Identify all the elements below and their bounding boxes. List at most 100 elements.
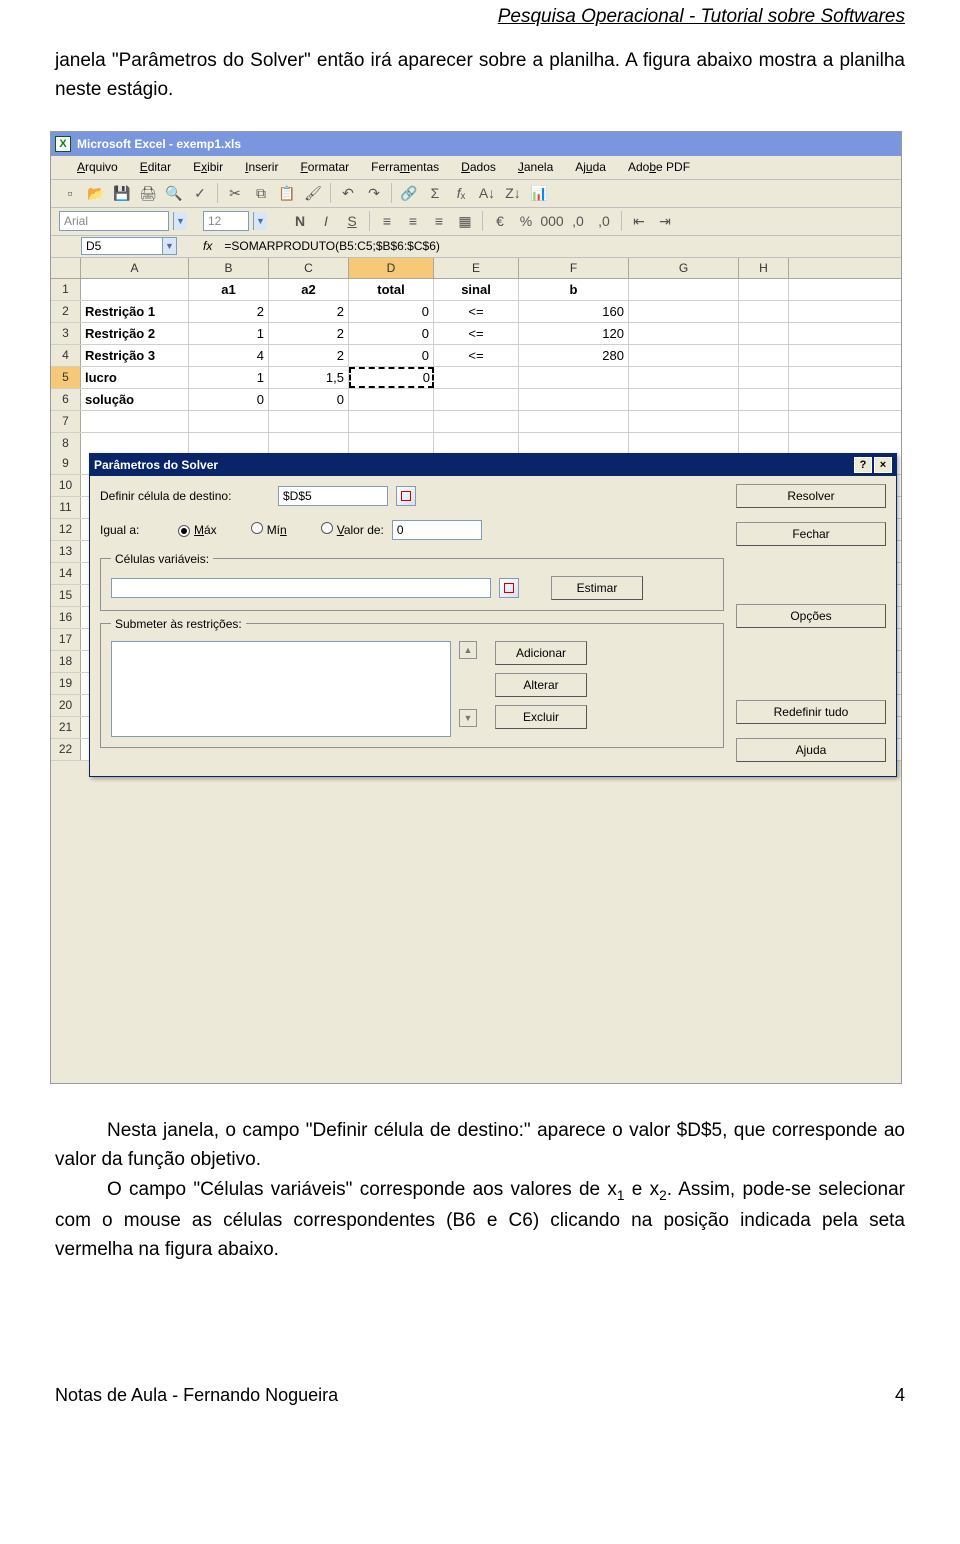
cell[interactable]: <= [434,323,519,344]
close-button[interactable]: Fechar [736,522,886,546]
cell[interactable]: 280 [519,345,629,366]
cell[interactable]: 0 [189,389,269,410]
cell[interactable] [434,389,519,410]
col-E[interactable]: E [434,258,519,278]
print-icon[interactable]: 🖨 [137,182,159,204]
cell[interactable] [629,279,739,300]
row-header[interactable]: 10 [51,475,81,496]
row-header[interactable]: 19 [51,673,81,694]
ref-picker-icon[interactable] [396,486,416,506]
menu-inserir[interactable]: Inserir [245,160,278,174]
select-all-corner[interactable] [51,258,81,278]
open-icon[interactable]: 📂 [85,182,107,204]
menu-arquivo[interactable]: Arquivo [77,160,118,174]
cell[interactable]: <= [434,301,519,322]
cell[interactable]: b [519,279,629,300]
row-header[interactable]: 6 [51,389,81,410]
col-B[interactable]: B [189,258,269,278]
format-painter-icon[interactable]: 🖌 [302,182,324,204]
italic-icon[interactable]: I [315,210,337,232]
cell[interactable] [739,301,789,322]
cell[interactable] [519,367,629,388]
row-header[interactable]: 13 [51,541,81,562]
row-header[interactable]: 5 [51,367,81,388]
menu-janela[interactable]: Janela [518,160,553,174]
reset-button[interactable]: Redefinir tudo [736,700,886,724]
cell[interactable]: 2 [269,301,349,322]
cell[interactable] [739,389,789,410]
row-header[interactable]: 21 [51,717,81,738]
font-name-drop-icon[interactable]: ▼ [173,212,187,230]
preview-icon[interactable]: 🔍 [163,182,185,204]
col-A[interactable]: A [81,258,189,278]
cell[interactable] [629,411,739,432]
name-box-drop-icon[interactable]: ▼ [163,237,177,255]
cell[interactable]: 0 [349,367,434,388]
scroll-down-icon[interactable]: ▼ [459,709,477,727]
cell[interactable] [739,433,789,454]
cell[interactable] [81,433,189,454]
cell[interactable] [739,345,789,366]
paste-icon[interactable]: 📋 [276,182,298,204]
cell[interactable]: <= [434,345,519,366]
row-header[interactable]: 3 [51,323,81,344]
fx-icon[interactable]: fₓ [450,182,472,204]
col-C[interactable]: C [269,258,349,278]
formula-input[interactable]: =SOMARPRODUTO(B5:C5;$B$6:$C$6) [220,239,901,253]
menu-adobe-pdf[interactable]: Adobe PDF [628,160,690,174]
row-header[interactable]: 16 [51,607,81,628]
row-header[interactable]: 20 [51,695,81,716]
inc-decimal-icon[interactable]: ,0 [567,210,589,232]
cell[interactable] [349,433,434,454]
cell[interactable]: 2 [189,301,269,322]
cell[interactable] [434,433,519,454]
chart-icon[interactable]: 📊 [528,182,550,204]
cell[interactable] [739,323,789,344]
cell[interactable] [739,279,789,300]
cell[interactable]: total [349,279,434,300]
new-icon[interactable]: ▫ [59,182,81,204]
thousands-icon[interactable]: 000 [541,210,563,232]
cell[interactable]: solução [81,389,189,410]
row-header[interactable]: 12 [51,519,81,540]
align-left-icon[interactable]: ≡ [376,210,398,232]
row-header[interactable]: 9 [51,453,81,474]
cell[interactable]: lucro [81,367,189,388]
change-button[interactable]: Alterar [495,673,587,697]
cell[interactable] [269,433,349,454]
name-box[interactable]: D5 [81,237,163,255]
cell[interactable] [434,367,519,388]
dec-indent-icon[interactable]: ⇤ [628,210,650,232]
cell[interactable]: a1 [189,279,269,300]
font-size-box[interactable]: 12 [203,211,249,231]
estimate-button[interactable]: Estimar [551,576,643,600]
cell[interactable] [629,301,739,322]
cell[interactable]: 0 [269,389,349,410]
hyperlink-icon[interactable]: 🔗 [398,182,420,204]
underline-icon[interactable]: S [341,210,363,232]
cell[interactable]: 2 [269,323,349,344]
font-size-drop-icon[interactable]: ▼ [253,212,267,230]
row-header[interactable]: 8 [51,433,81,454]
copy-icon[interactable]: ⧉ [250,182,272,204]
cell[interactable] [349,411,434,432]
font-name-box[interactable]: Arial [59,211,169,231]
menu-formatar[interactable]: Formatar [300,160,349,174]
cell[interactable] [629,367,739,388]
cell[interactable] [189,411,269,432]
spreadsheet-grid[interactable]: A B C D E F G H 1a1a2totalsinalb2Restriç… [51,258,901,455]
cell[interactable]: Restrição 1 [81,301,189,322]
cell[interactable] [519,389,629,410]
cell[interactable] [349,389,434,410]
fx-label[interactable]: fx [203,239,212,253]
row-header[interactable]: 14 [51,563,81,584]
radio-value-of[interactable]: Valor de: [321,522,384,537]
col-H[interactable]: H [739,258,789,278]
cell[interactable]: sinal [434,279,519,300]
bold-icon[interactable]: N [289,210,311,232]
row-header[interactable]: 11 [51,497,81,518]
scroll-up-icon[interactable]: ▲ [459,641,477,659]
autosum-icon[interactable]: Σ [424,182,446,204]
inc-indent-icon[interactable]: ⇥ [654,210,676,232]
target-cell-input[interactable]: $D$5 [278,486,388,506]
